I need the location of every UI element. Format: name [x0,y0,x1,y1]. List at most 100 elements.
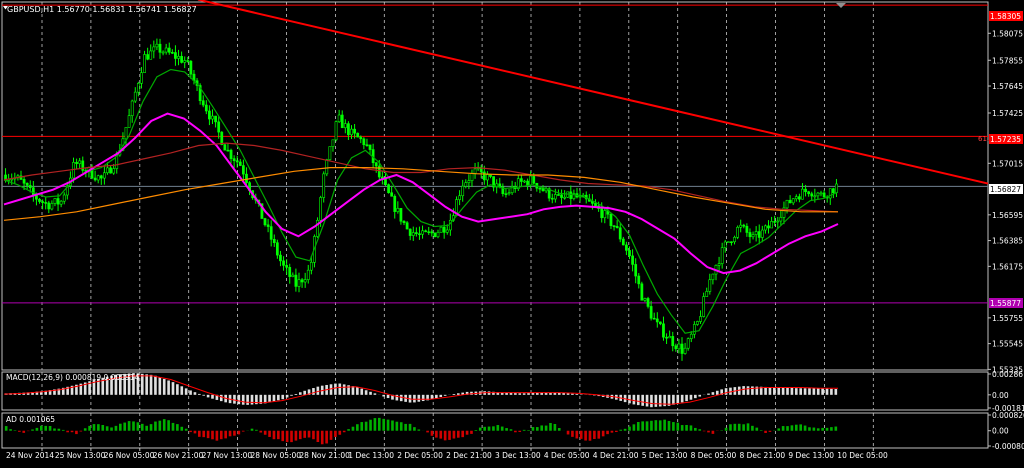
candle-body [498,183,502,188]
candle-body [764,225,767,231]
candle-body [736,227,739,238]
candle-body [550,197,554,200]
x-tick-label: 27 Nov 13:00 [202,451,253,460]
candle-body [226,149,230,152]
candle-body [529,175,533,186]
candle-body [204,104,208,112]
candle-body [143,54,146,73]
candle-body [81,160,85,171]
candle-body [473,168,477,174]
candle-body [708,279,712,292]
candle-body [275,242,279,256]
candle-body [396,208,400,212]
candle-body [96,175,100,181]
candle-body [183,60,187,63]
candle-body [180,55,183,63]
candle-body [238,161,242,166]
candle-body [285,265,289,268]
candle-body [266,224,270,227]
candle-body [776,220,780,223]
candle-body [504,193,508,196]
candle-body [683,347,687,354]
candle-body [445,229,449,233]
candle-body [489,174,492,177]
y-tick-label: 1.56385 [992,237,1023,246]
candle-body [742,224,746,227]
candle-body [242,165,245,175]
candle-body [362,138,366,146]
candle-body [828,188,832,199]
candle-body [652,317,656,320]
candle-body [359,136,363,140]
candle-body [297,279,301,287]
candle-body [680,343,684,354]
x-tick-label: 1 Dec 13:00 [348,451,394,460]
candle-body [705,291,709,297]
y-tick-label: 0.00 [992,427,1009,436]
candle-body [325,159,329,175]
candle-body [442,226,446,233]
candle-body [25,182,29,186]
candle-body [603,210,607,219]
candle-body [22,179,26,184]
candle-body [300,279,304,283]
x-tick-label: 8 Dec 05:00 [691,451,737,460]
candle-body [127,115,131,128]
chart-window[interactable]: GBPUSD,H1 1.56770 1.56831 1.56741 1.5682… [0,0,1024,464]
x-tick-label: 10 Dec 05:00 [837,451,888,460]
candle-body [399,208,403,222]
candle-body [520,178,523,182]
candle-body [186,60,190,62]
candle-body [418,233,421,236]
candle-body [757,231,761,238]
candle-body [791,198,795,204]
x-tick-label: 2 Dec 21:00 [446,451,492,460]
candle-body [696,321,699,325]
candle-body [662,323,665,338]
candle-body [93,177,97,181]
price-tag-current: 1.56827 [989,184,1023,194]
candle-body [130,100,134,116]
candle-body [665,336,668,339]
candle-body [760,229,764,238]
candle-body [174,52,177,59]
x-tick-label: 9 Dec 13:00 [788,451,834,460]
x-tick-label: 5 Dec 13:00 [642,451,688,460]
candle-body [433,232,437,238]
y-tick-label: 1.56175 [992,262,1023,271]
candle-body [730,241,733,243]
candle-body [702,296,706,317]
x-tick-label: 28 Nov 05:00 [251,451,302,460]
chart-canvas[interactable]: GBPUSD,H1 1.56770 1.56831 1.56741 1.5682… [0,0,1024,464]
candle-body [482,171,486,181]
candle-body [470,172,474,181]
y-tick-label: 1.57645 [992,82,1023,91]
x-tick-label: 28 Nov 21:00 [299,451,350,460]
candle-body [272,239,276,244]
price-tag-low: 1.55877 [989,298,1023,308]
candle-body [643,298,647,301]
x-tick-label: 8 Dec 21:00 [740,451,786,460]
candle-body [532,175,536,184]
candle-body [112,168,116,174]
candle-body [59,200,63,205]
candle-body [28,185,32,189]
candle-body [350,128,353,136]
candle-body [136,83,140,93]
candle-body [343,123,347,129]
candle-body [103,172,106,179]
macd-title: MACD(12,26,9) 0.000819 0.000914 [6,373,140,382]
candle-body [634,264,638,277]
x-tick-label: 2 Dec 05:00 [397,451,443,460]
candle-body [748,232,752,238]
x-tick-label: 24 Nov 2014 [6,451,54,460]
candle-body [133,91,137,102]
candle-body [689,333,693,339]
candle-body [356,132,360,138]
candle-body [167,47,171,53]
candle-body [813,195,817,198]
y-tick-label: 1.57855 [992,56,1023,65]
candle-body [801,188,804,200]
candle-body [427,231,431,234]
price-tag-fib-text: 1.57235 [990,135,1021,144]
